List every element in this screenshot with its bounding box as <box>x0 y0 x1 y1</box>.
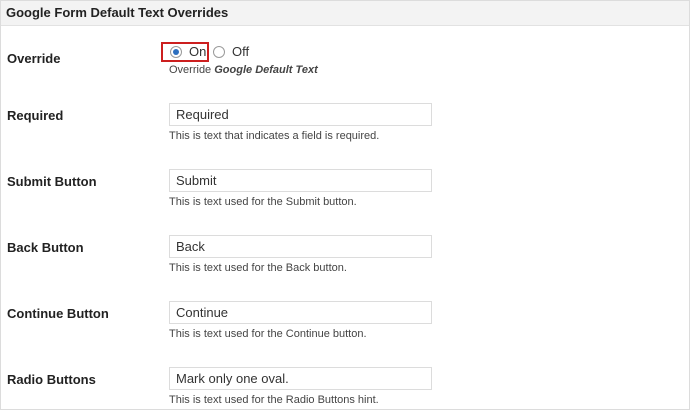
override-on-label[interactable]: On <box>189 44 206 59</box>
override-on-radio[interactable] <box>170 46 182 58</box>
settings-panel: Google Form Default Text Overrides Overr… <box>0 0 690 410</box>
continue-text-input[interactable] <box>169 301 432 324</box>
required-text-input[interactable] <box>169 103 432 126</box>
radio-buttons-label: Radio Buttons <box>7 372 96 387</box>
back-button-label: Back Button <box>7 240 84 255</box>
radio-selected-dot <box>173 49 179 55</box>
submit-button-label: Submit Button <box>7 174 97 189</box>
section-title: Google Form Default Text Overrides <box>6 5 229 20</box>
override-desc-emphasis: Google Default Text <box>214 64 318 76</box>
radio-buttons-description: This is text used for the Radio Buttons … <box>169 394 379 406</box>
section-header: Google Form Default Text Overrides <box>1 1 689 26</box>
required-description: This is text that indicates a field is r… <box>169 130 380 142</box>
radio-buttons-text-input[interactable] <box>169 367 432 390</box>
continue-description: This is text used for the Continue butto… <box>169 328 367 340</box>
required-label: Required <box>7 108 64 123</box>
override-desc-prefix: Override <box>169 64 212 76</box>
override-description: Override Google Default Text <box>169 64 318 76</box>
continue-button-label: Continue Button <box>7 306 109 321</box>
submit-text-input[interactable] <box>169 169 432 192</box>
back-text-input[interactable] <box>169 235 432 258</box>
submit-description: This is text used for the Submit button. <box>169 196 357 208</box>
back-description: This is text used for the Back button. <box>169 262 347 274</box>
override-off-label[interactable]: Off <box>232 44 249 59</box>
override-label: Override <box>7 51 61 66</box>
override-off-radio[interactable] <box>213 46 225 58</box>
